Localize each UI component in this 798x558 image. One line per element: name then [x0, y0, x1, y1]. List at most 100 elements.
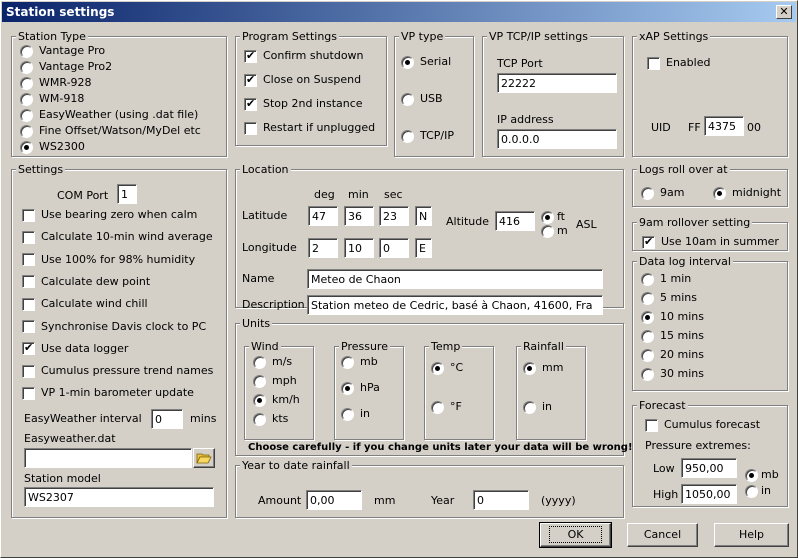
wind-radio-mph[interactable]: mph	[253, 374, 297, 388]
forecast-mb-radio[interactable]: mb	[745, 468, 779, 482]
xap-enabled-checkbox[interactable]: Enabled	[647, 56, 710, 70]
rainfall-radio-dot[interactable]	[523, 400, 536, 414]
logs-rollover-radio-dot[interactable]	[641, 186, 654, 200]
data-log-radio-5-mins[interactable]: 5 mins	[641, 291, 697, 305]
station-type-radio-dot[interactable]	[20, 44, 33, 58]
altitude-m-dot[interactable]	[541, 224, 554, 238]
wind-radio-m-s[interactable]: m/s	[253, 355, 292, 369]
station-type-radio-dot[interactable]	[20, 92, 33, 106]
pressure-radio-hpa[interactable]: hPa	[341, 381, 380, 395]
settings-checkbox-vp-1-min-barometer-update[interactable]: VP 1-min barometer update	[22, 386, 194, 400]
pressure-high-input[interactable]: 1050,00	[681, 484, 737, 504]
settings-checkbox-box[interactable]	[22, 253, 35, 267]
station-type-radio-dot[interactable]	[20, 124, 33, 138]
station-type-radio-ws2300[interactable]: WS2300	[20, 140, 85, 154]
forecast-mb-dot[interactable]	[745, 468, 758, 482]
program-checkbox-confirm-shutdown[interactable]: Confirm shutdown	[244, 49, 364, 63]
description-input[interactable]: Station meteo de Cedric, basé à Chaon, 4…	[307, 295, 603, 315]
data-log-radio-10-mins[interactable]: 10 mins	[641, 310, 704, 324]
temp-radio-dot[interactable]	[431, 400, 444, 414]
settings-checkbox-box[interactable]	[22, 320, 35, 333]
longitude-deg-input[interactable]: 2	[308, 238, 338, 258]
pressure-radio-dot[interactable]	[341, 355, 354, 369]
logs-rollover-radio-dot[interactable]	[713, 186, 726, 200]
settings-checkbox-calculate-wind-chill[interactable]: Calculate wind chill	[22, 297, 148, 311]
station-type-radio-wm-918[interactable]: WM-918	[20, 92, 84, 106]
settings-checkbox-box[interactable]	[22, 230, 35, 244]
latitude-hemisphere-input[interactable]: N	[415, 206, 432, 226]
station-type-radio-dot[interactable]	[20, 108, 33, 122]
wind-radio-dot[interactable]	[253, 412, 266, 426]
program-checkbox-box[interactable]	[244, 97, 257, 111]
logs-rollover-radio-9am[interactable]: 9am	[641, 186, 684, 200]
settings-checkbox-use-bearing-zero-when-calm[interactable]: Use bearing zero when calm	[22, 208, 197, 222]
station-type-radio-wmr-928[interactable]: WMR-928	[20, 76, 92, 90]
station-type-radio-dot[interactable]	[20, 140, 33, 154]
settings-checkbox-use-100-for-98-humidity[interactable]: Use 100% for 98% humidity	[22, 253, 195, 267]
station-type-radio-easyweather-using-dat-file[interactable]: EasyWeather (using .dat file)	[20, 108, 198, 122]
longitude-sec-input[interactable]: 0	[379, 238, 409, 258]
pressure-radio-dot[interactable]	[341, 407, 354, 421]
altitude-ft-dot[interactable]	[541, 210, 554, 224]
longitude-hemisphere-input[interactable]: E	[415, 238, 432, 258]
ew-interval-input[interactable]: 0	[151, 409, 183, 429]
station-type-radio-vantage-pro[interactable]: Vantage Pro	[20, 44, 105, 58]
use-10am-box[interactable]	[642, 235, 655, 249]
cancel-button[interactable]: Cancel	[627, 523, 698, 547]
settings-checkbox-box[interactable]	[22, 364, 35, 378]
station-type-radio-vantage-pro2[interactable]: Vantage Pro2	[20, 60, 112, 74]
temp-radio-f[interactable]: °F	[431, 400, 462, 414]
rainfall-radio-in[interactable]: in	[523, 400, 552, 414]
forecast-in-radio[interactable]: in	[745, 484, 771, 498]
program-checkbox-box[interactable]	[244, 121, 257, 135]
vp-type-radio-dot[interactable]	[401, 92, 414, 106]
settings-checkbox-box[interactable]	[22, 341, 35, 356]
pressure-radio-mb[interactable]: mb	[341, 355, 378, 369]
data-log-radio-dot[interactable]	[641, 291, 654, 305]
settings-checkbox-cumulus-pressure-trend-names[interactable]: Cumulus pressure trend names	[22, 364, 213, 378]
program-checkbox-stop-2nd-instance[interactable]: Stop 2nd instance	[244, 97, 363, 111]
com-port-input[interactable]: 1	[117, 184, 137, 204]
xap-enabled-box[interactable]	[647, 56, 660, 70]
title-bar[interactable]: Station settings ✕	[2, 2, 796, 22]
ok-button[interactable]: OK	[539, 522, 612, 548]
altitude-input[interactable]: 416	[495, 211, 535, 231]
settings-checkbox-calculate-10-min-wind-average[interactable]: Calculate 10-min wind average	[22, 230, 213, 244]
cumulus-forecast-checkbox[interactable]: Cumulus forecast	[645, 418, 760, 432]
close-icon[interactable]: ✕	[776, 5, 792, 19]
latitude-min-input[interactable]: 36	[344, 206, 374, 226]
vp-type-radio-usb[interactable]: USB	[401, 92, 443, 106]
rainfall-radio-dot[interactable]	[523, 361, 536, 375]
vp-type-radio-tcp-ip[interactable]: TCP/IP	[401, 129, 454, 143]
rainfall-radio-mm[interactable]: mm	[523, 361, 563, 375]
pressure-radio-dot[interactable]	[341, 381, 354, 395]
station-model-input[interactable]: WS2307	[24, 487, 214, 507]
data-log-radio-dot[interactable]	[641, 348, 654, 362]
temp-radio-dot[interactable]	[431, 361, 444, 375]
wind-radio-km-h[interactable]: km/h	[253, 393, 300, 407]
data-log-radio-20-mins[interactable]: 20 mins	[641, 348, 704, 362]
temp-radio-c[interactable]: °C	[431, 361, 463, 375]
tcp-port-input[interactable]: 22222	[497, 73, 617, 93]
pressure-low-input[interactable]: 950,00	[681, 458, 737, 478]
vp-type-radio-dot[interactable]	[401, 129, 414, 143]
settings-checkbox-synchronise-davis-clock-to-pc[interactable]: Synchronise Davis clock to PC	[22, 320, 206, 333]
data-log-radio-dot[interactable]	[641, 329, 654, 343]
data-log-radio-30-mins[interactable]: 30 mins	[641, 367, 704, 381]
program-checkbox-restart-if-unplugged[interactable]: Restart if unplugged	[244, 121, 375, 135]
altitude-ft-radio[interactable]: ft	[541, 210, 565, 224]
wind-radio-dot[interactable]	[253, 355, 266, 369]
data-log-radio-15-mins[interactable]: 15 mins	[641, 329, 704, 343]
data-log-radio-1-min[interactable]: 1 min	[641, 272, 691, 286]
ip-address-input[interactable]: 0.0.0.0	[497, 129, 617, 149]
program-checkbox-box[interactable]	[244, 49, 257, 63]
settings-checkbox-use-data-logger[interactable]: Use data logger	[22, 341, 128, 356]
station-type-radio-fine-offset-watson-mydel-etc[interactable]: Fine Offset/Watson/MyDel etc	[20, 124, 201, 138]
help-button[interactable]: Help	[714, 523, 789, 547]
wind-radio-kts[interactable]: kts	[253, 412, 288, 426]
settings-checkbox-box[interactable]	[22, 386, 35, 400]
settings-checkbox-box[interactable]	[22, 275, 35, 289]
longitude-min-input[interactable]: 10	[344, 238, 374, 258]
use-10am-checkbox[interactable]: Use 10am in summer	[642, 235, 779, 249]
station-type-radio-dot[interactable]	[20, 60, 33, 74]
